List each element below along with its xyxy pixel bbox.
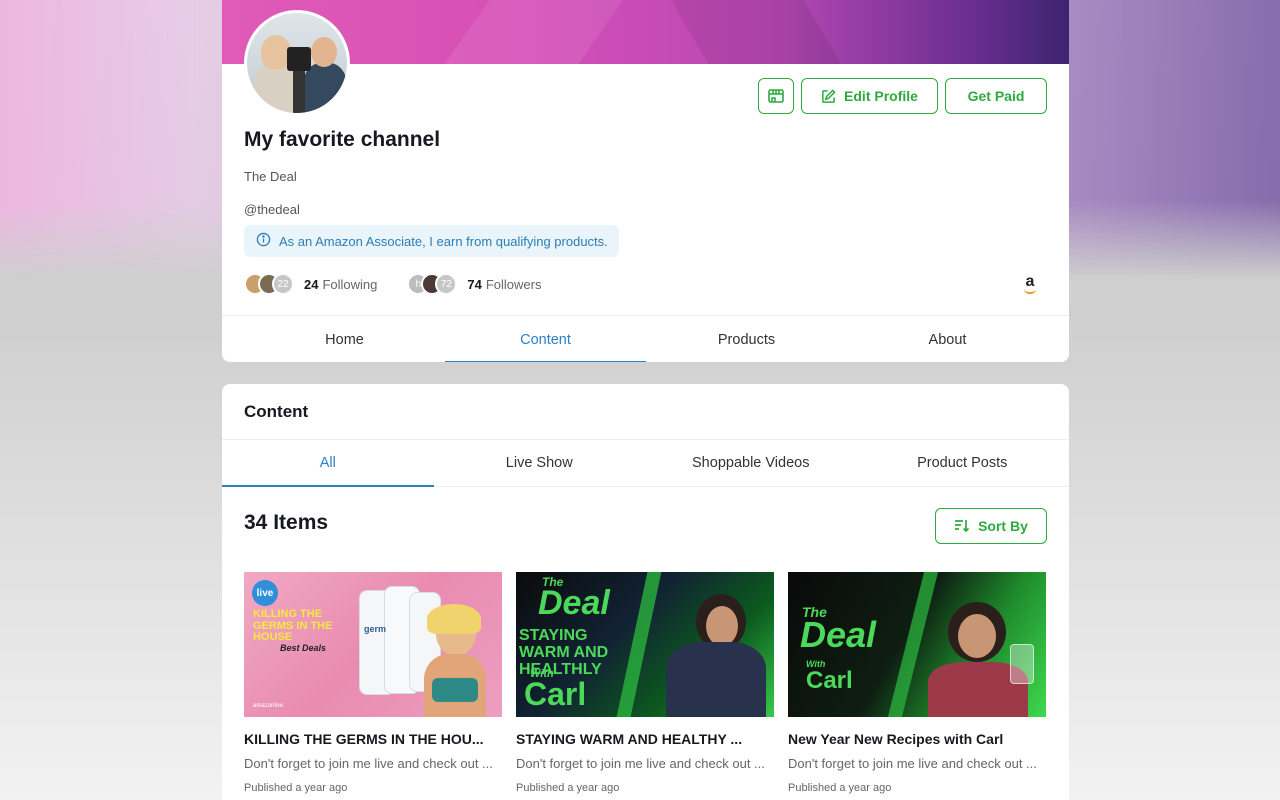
edit-icon <box>821 88 836 104</box>
card-description: Don't forget to join me live and check o… <box>788 756 1037 771</box>
content-card-item[interactable]: The Deal With Carl New Year New Recipes … <box>788 572 1046 794</box>
get-paid-label: Get Paid <box>967 88 1025 104</box>
card-description: Don't forget to join me live and check o… <box>244 756 493 771</box>
subtab-all[interactable]: All <box>222 440 434 487</box>
edit-profile-button[interactable]: Edit Profile <box>801 78 938 114</box>
subtab-live-show[interactable]: Live Show <box>434 440 646 486</box>
video-thumbnail[interactable]: The Deal With Carl <box>788 572 1046 717</box>
tab-products[interactable]: Products <box>646 316 847 362</box>
card-title[interactable]: New Year New Recipes with Carl <box>788 731 1046 747</box>
content-heading: Content <box>244 402 309 421</box>
thumbnail-subtext: Best Deals <box>280 643 327 653</box>
followers-label: Followers <box>485 276 542 292</box>
subtab-shoppable-videos[interactable]: Shoppable Videos <box>645 440 857 486</box>
tab-about[interactable]: About <box>847 316 1048 362</box>
channel-handle: @thedeal <box>244 202 300 217</box>
following-label: Following <box>322 276 378 292</box>
card-description: Don't forget to join me live and check o… <box>516 756 765 771</box>
sort-icon <box>954 519 970 533</box>
tab-content[interactable]: Content <box>445 316 646 362</box>
items-count: 34 Items <box>244 511 329 534</box>
sort-by-button[interactable]: Sort By <box>935 508 1047 544</box>
card-publish-date: Published a year ago <box>244 782 348 794</box>
thumbnail-name: Carl <box>806 667 853 694</box>
channel-avatar[interactable] <box>244 10 350 116</box>
content-card-item[interactable]: live KILLING THE GERMS IN THE HOUSE Best… <box>244 572 502 794</box>
thumbnail-brand: Deal <box>800 614 877 655</box>
following-more-badge: 22 <box>272 273 294 295</box>
storefront-button[interactable] <box>758 78 794 114</box>
associate-notice-text: As an Amazon Associate, I earn from qual… <box>279 233 608 249</box>
following-count: 24 <box>304 276 319 292</box>
profile-actions: Edit Profile Get Paid <box>758 78 1047 114</box>
get-paid-button[interactable]: Get Paid <box>945 78 1047 114</box>
tab-home[interactable]: Home <box>244 316 445 362</box>
card-title[interactable]: KILLING THE GERMS IN THE HOU... <box>244 731 502 747</box>
video-thumbnail[interactable]: The Deal STAYING WARM AND HEALTHLY With … <box>516 572 774 717</box>
social-stats: 22 24 Following h 72 74 Followers <box>244 273 571 295</box>
card-publish-date: Published a year ago <box>516 782 620 794</box>
content-card-item[interactable]: The Deal STAYING WARM AND HEALTHLY With … <box>516 572 774 794</box>
product-label: germ <box>364 624 387 634</box>
content-grid: live KILLING THE GERMS IN THE HOUSE Best… <box>244 572 1046 794</box>
subtab-product-posts[interactable]: Product Posts <box>857 440 1069 486</box>
followers-group[interactable]: h 72 74 Followers <box>407 273 541 295</box>
profile-card: Edit Profile Get Paid My favorite channe… <box>222 0 1069 362</box>
store-icon <box>767 87 785 105</box>
edit-profile-label: Edit Profile <box>844 88 918 104</box>
thumbnail-footer: amazonlive <box>253 703 284 709</box>
sort-by-label: Sort By <box>978 518 1028 534</box>
profile-tabs: Home Content Products About <box>222 315 1069 362</box>
following-group[interactable]: 22 24 Following <box>244 273 377 295</box>
followers-more-badge: 72 <box>435 273 458 295</box>
amazon-icon[interactable]: a <box>1021 273 1039 295</box>
card-title[interactable]: STAYING WARM AND HEALTHY ... <box>516 731 774 747</box>
amazon-live-badge: live <box>252 580 278 606</box>
video-thumbnail[interactable]: live KILLING THE GERMS IN THE HOUSE Best… <box>244 572 502 717</box>
card-publish-date: Published a year ago <box>788 782 892 794</box>
thumbnail-headline: KILLING THE GERMS IN THE HOUSE <box>253 608 333 644</box>
followers-count: 74 <box>467 276 482 292</box>
info-icon <box>256 232 271 250</box>
thumbnail-brand: Deal <box>538 584 610 622</box>
channel-name: The Deal <box>244 169 297 184</box>
channel-title: My favorite channel <box>244 128 441 151</box>
content-filter-tabs: All Live Show Shoppable Videos Product P… <box>222 439 1069 487</box>
associate-notice: As an Amazon Associate, I earn from qual… <box>244 225 619 257</box>
amazon-letter: a <box>1025 273 1035 290</box>
thumbnail-name: Carl <box>524 676 587 712</box>
content-card: Content All Live Show Shoppable Videos P… <box>222 384 1069 800</box>
